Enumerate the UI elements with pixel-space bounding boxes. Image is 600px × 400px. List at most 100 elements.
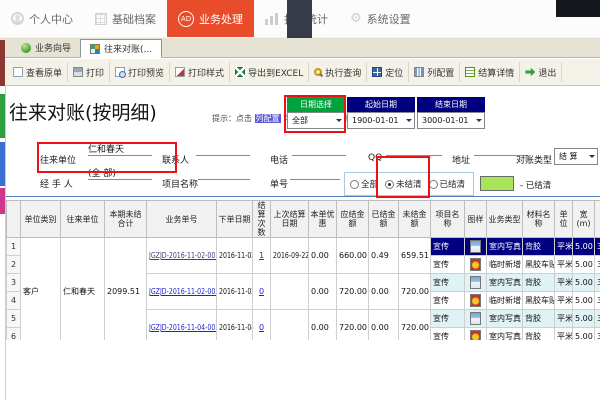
cell-unit[interactable]: 平米 <box>555 256 573 274</box>
cell-order-date[interactable]: 2016-11-02 <box>217 274 253 310</box>
cell-height[interactable]: 3. <box>595 328 600 341</box>
cell-amount-unsettled[interactable]: 720.00 <box>399 310 431 341</box>
cell-amount-due[interactable]: 660.00 <box>337 238 369 274</box>
thumbnail-image[interactable] <box>470 258 481 271</box>
cell-amount-due[interactable]: 720.00 <box>337 274 369 310</box>
radio-all[interactable]: 全部 <box>350 178 378 190</box>
print-button[interactable]: 打印 <box>68 62 110 82</box>
column-config-button[interactable]: 列配置 <box>409 62 460 82</box>
cell-thumbnail[interactable] <box>465 328 487 341</box>
cell-amount-settled[interactable]: 0.00 <box>369 310 399 341</box>
cell-unit[interactable]: 平米 <box>555 292 573 310</box>
tab-business-wizard[interactable]: 业务向导 <box>12 38 80 57</box>
cell-biz-type[interactable]: 室内写真 <box>487 310 523 328</box>
cell-width[interactable]: 5.00 <box>573 328 595 341</box>
settle-count-link[interactable]: 1 <box>259 251 264 260</box>
cell-project[interactable]: 宣传 <box>431 256 465 274</box>
doc-number-link[interactable]: JGZJD-2016-11-04-001 <box>149 323 217 332</box>
cell-project[interactable]: 宣传 <box>431 274 465 292</box>
cell-height[interactable]: 3. <box>595 274 600 292</box>
cell-unit[interactable]: 平米 <box>555 310 573 328</box>
collapsed-panel-blue[interactable] <box>0 142 5 186</box>
cell-project[interactable]: 宣传 <box>431 292 465 310</box>
tab-reconciliation[interactable]: 往来对账(... <box>80 39 162 58</box>
cell-project[interactable]: 宣传 <box>431 328 465 341</box>
row-number[interactable]: 2 <box>7 256 21 274</box>
cell-partner-unit[interactable]: 仁和春天 <box>61 238 105 341</box>
menu-system-settings[interactable]: ⚙ 系统设置 <box>339 0 422 37</box>
cell-material[interactable]: 背胶 <box>523 328 555 341</box>
print-style-button[interactable]: 打印样式 <box>170 62 230 82</box>
cell-doc-number[interactable]: JGZJD-2016-11-04-001 <box>147 310 217 341</box>
row-number[interactable]: 1 <box>7 238 21 256</box>
reconcile-type-dropdown[interactable]: 结 算 <box>554 148 598 165</box>
date-select-dropdown[interactable]: 全部 <box>287 112 345 129</box>
row-number[interactable]: 4 <box>7 292 21 310</box>
cell-order-date[interactable]: 2016-11-04 <box>217 310 253 341</box>
thumbnail-image[interactable] <box>470 276 481 289</box>
unit-input[interactable]: 仁和春天 <box>88 142 152 156</box>
collapsed-panel-green[interactable] <box>0 94 5 138</box>
start-date-dropdown[interactable]: 1900-01-01 <box>347 112 415 129</box>
project-name-input[interactable] <box>198 166 250 180</box>
cell-settle-count[interactable]: 0 <box>253 274 271 310</box>
cell-biz-type[interactable]: 临时新增 <box>487 292 523 310</box>
cell-biz-type[interactable]: 室内写真 <box>487 274 523 292</box>
cell-biz-type[interactable]: 室内写真 <box>487 328 523 341</box>
handler-input[interactable]: (全 部) <box>88 166 152 180</box>
settle-count-link[interactable]: 0 <box>259 323 264 332</box>
export-excel-button[interactable]: 导出到EXCEL <box>230 62 309 82</box>
cell-height[interactable]: 3. <box>595 238 600 256</box>
cell-thumbnail[interactable] <box>465 292 487 310</box>
cell-settle-count[interactable]: 1 <box>253 238 271 274</box>
cell-project[interactable]: 宣传 <box>431 310 465 328</box>
menu-personal-center[interactable]: 个人中心 <box>0 0 84 37</box>
thumbnail-image[interactable] <box>470 312 481 325</box>
cell-material[interactable]: 黑胶车贴 <box>523 292 555 310</box>
view-original-doc-button[interactable]: 查看原单 <box>8 62 68 82</box>
cell-amount-settled[interactable]: 0.49 <box>369 238 399 274</box>
cell-amount-settled[interactable]: 0.00 <box>369 274 399 310</box>
menu-business-processing[interactable]: AD 业务处理 <box>167 0 254 37</box>
qq-input[interactable] <box>386 142 442 156</box>
cell-height[interactable]: 3. <box>595 310 600 328</box>
end-date-dropdown[interactable]: 3000-01-01 <box>417 112 485 129</box>
cell-height[interactable]: 3. <box>595 292 600 310</box>
cell-amount-unsettled[interactable]: 720.00 <box>399 274 431 310</box>
settle-count-link[interactable]: 0 <box>259 287 264 296</box>
thumbnail-image[interactable] <box>470 240 481 253</box>
radio-settled[interactable]: 已结清 <box>429 178 466 190</box>
cell-thumbnail[interactable] <box>465 310 487 328</box>
cell-last-settle-date[interactable]: 2016-09-22 <box>271 238 309 274</box>
doc-number-link[interactable]: JGZJD-2016-11-02-003 <box>149 287 217 296</box>
cell-amount-unsettled[interactable]: 659.51 <box>399 238 431 274</box>
cell-height[interactable]: 3. <box>595 256 600 274</box>
row-number[interactable]: 3 <box>7 274 21 292</box>
cell-thumbnail[interactable] <box>465 256 487 274</box>
cell-doc-number[interactable]: JGZJD-2016-11-02-003 <box>147 274 217 310</box>
exit-button[interactable]: 退出 <box>520 62 562 82</box>
contact-input[interactable] <box>196 142 250 156</box>
cell-biz-type[interactable]: 临时新增 <box>487 256 523 274</box>
cell-thumbnail[interactable] <box>465 238 487 256</box>
cell-discount[interactable]: 0.00 <box>309 238 337 274</box>
cell-order-date[interactable]: 2016-11-02 <box>217 238 253 274</box>
row-number[interactable]: 5 <box>7 310 21 328</box>
column-config-link[interactable]: 列配置 <box>255 114 281 123</box>
radio-unsettled[interactable]: 未结清 <box>385 178 422 190</box>
thumbnail-image[interactable] <box>470 330 481 340</box>
cell-period-unsettled-total[interactable]: 2099.51 <box>105 238 147 341</box>
cell-width[interactable]: 5.00 <box>573 238 595 256</box>
cell-unit[interactable]: 平米 <box>555 274 573 292</box>
cell-thumbnail[interactable] <box>465 274 487 292</box>
menu-basic-archives[interactable]: 基础档案 <box>84 0 167 37</box>
locate-button[interactable]: 定位 <box>367 62 409 82</box>
thumbnail-image[interactable] <box>470 294 481 307</box>
cell-width[interactable]: 5.00 <box>573 292 595 310</box>
collapsed-panel-magenta[interactable] <box>0 188 5 214</box>
doc-number-input[interactable] <box>290 166 340 180</box>
cell-settle-count[interactable]: 0 <box>253 310 271 341</box>
cell-width[interactable]: 5.00 <box>573 310 595 328</box>
cell-material[interactable]: 背胶 <box>523 238 555 256</box>
cell-material[interactable]: 背胶 <box>523 310 555 328</box>
